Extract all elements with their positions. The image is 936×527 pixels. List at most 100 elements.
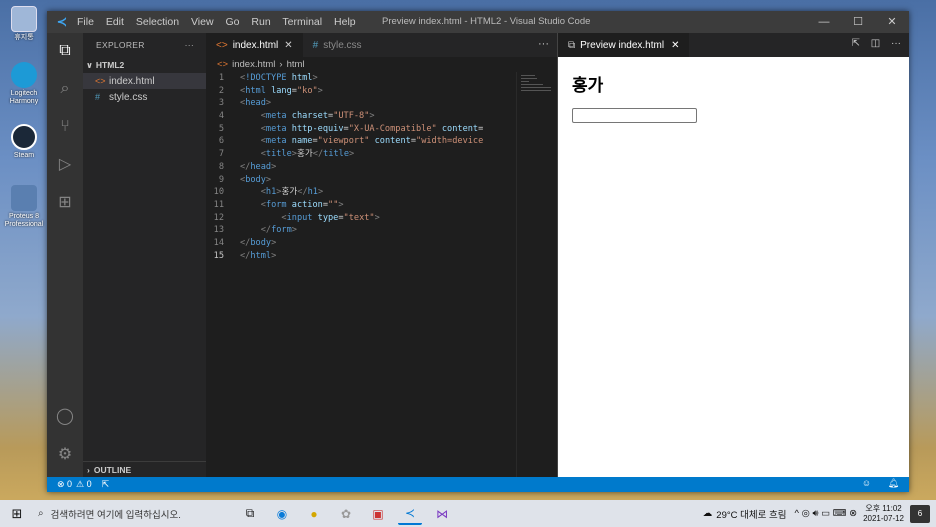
preview-pane: ⧉ Preview index.html ✕ ⇱ ◫ ··· 홍가 (558, 33, 909, 477)
tray-icons[interactable]: ^ ◎ 🔊︎ ▭ ⌨ ⊗ (795, 508, 858, 519)
source-control-icon[interactable]: ⑂ (53, 115, 77, 139)
preview-heading: 홍가 (572, 76, 604, 96)
line-content[interactable]: <html lang="ko"> (240, 85, 557, 98)
file-index-html[interactable]: <> index.html (83, 73, 206, 89)
notification-center-button[interactable]: 6 (910, 504, 930, 523)
code-line[interactable]: 3 <head> (206, 97, 557, 110)
visual-studio-icon[interactable]: ⋈ (430, 503, 454, 525)
minimize-button[interactable]: — (807, 11, 841, 33)
explorer-icon[interactable]: ⧉ (53, 39, 77, 63)
folder-html2[interactable]: ∨ HTML2 (83, 57, 206, 73)
file-style-css[interactable]: # style.css (83, 89, 206, 105)
steam-icon[interactable]: Steam (2, 124, 46, 160)
line-content[interactable]: <head> (240, 97, 557, 110)
line-number: 12 (213, 212, 224, 223)
settings-gear-icon[interactable]: ⚙ (53, 443, 77, 467)
code-lines[interactable]: 1 <!DOCTYPE html> 2 <html lang="ko"> 3 <head>… (206, 72, 557, 262)
outline-section[interactable]: › OUTLINE (83, 461, 206, 477)
start-button[interactable]: ⊞ (0, 506, 34, 522)
menu-bar: File Edit Selection View Go Run Terminal… (77, 16, 365, 28)
minimap[interactable] (516, 72, 557, 477)
tab-preview[interactable]: ⧉ Preview index.html ✕ (558, 33, 690, 57)
menu-terminal[interactable]: Terminal (282, 16, 322, 28)
outline-label: OUTLINE (93, 464, 132, 475)
line-content[interactable]: </head> (240, 161, 557, 174)
proteus-icon[interactable]: Proteus 8 Professional (2, 185, 46, 229)
warnings-indicator[interactable]: ⚠ 0 (76, 479, 92, 490)
clock[interactable]: 오후 11:02 2021-07-12 (863, 504, 904, 524)
line-content[interactable]: </html> (240, 250, 557, 263)
app-icon[interactable]: ✿ (334, 503, 358, 525)
open-source-icon[interactable]: ⇱ (852, 38, 860, 49)
vscode-taskbar-icon[interactable]: ≺ (398, 503, 422, 525)
explorer-title: EXPLORER (96, 40, 145, 50)
code-line[interactable]: 11 <form action=""> (206, 199, 557, 212)
code-line[interactable]: 7 <title>홍가</title> (206, 148, 557, 161)
line-content[interactable]: <meta charset="UTF-8"> (240, 110, 557, 123)
code-line[interactable]: 2 <html lang="ko"> (206, 85, 557, 98)
menu-edit[interactable]: Edit (106, 16, 124, 28)
menu-help[interactable]: Help (334, 16, 356, 28)
recycle-bin-icon[interactable]: 휴지통 (2, 6, 46, 42)
code-line[interactable]: 5 <meta http-equiv="X-UA-Compatible" con… (206, 123, 557, 136)
weather-text[interactable]: 29°C 대체로 흐림 (716, 507, 786, 521)
line-content[interactable]: <meta http-equiv="X-UA-Compatible" conte… (240, 123, 557, 136)
tab-index-html[interactable]: <> index.html ✕ (206, 33, 303, 57)
code-line[interactable]: 12 <input type="text"> (206, 212, 557, 225)
edge-browser-icon[interactable]: ◉ (270, 503, 294, 525)
code-line[interactable]: 6 <meta name="viewport" content="width=d… (206, 135, 557, 148)
code-line[interactable]: 15 </html> (206, 250, 557, 263)
menu-go[interactable]: Go (225, 16, 239, 28)
system-tray: ☁ 29°C 대체로 흐림 ^ ◎ 🔊︎ ▭ ⌨ ⊗ 오후 11:02 2021… (703, 500, 936, 527)
code-line[interactable]: 9 <body> (206, 174, 557, 187)
menu-run[interactable]: Run (251, 16, 270, 28)
notifications-bell-icon[interactable]: 🔔︎ (888, 478, 899, 488)
close-button[interactable]: ✕ (875, 11, 909, 33)
extensions-icon[interactable]: ⊞ (53, 191, 77, 215)
live-share-icon[interactable]: ⇱ (102, 479, 110, 490)
taskbar-search[interactable]: ⌕ 검색하려면 여기에 입력하십시오. (34, 500, 234, 527)
run-debug-icon[interactable]: ▷ (53, 153, 77, 177)
more-actions-icon[interactable]: ··· (891, 38, 901, 49)
breadcrumb-file[interactable]: index.html (232, 59, 275, 70)
code-line[interactable]: 13 </form> (206, 224, 557, 237)
line-content[interactable]: <input type="text"> (240, 212, 557, 225)
line-content[interactable]: </form> (240, 224, 557, 237)
preview-actions: ⇱ ◫ ··· (844, 38, 901, 49)
close-tab-icon[interactable]: ✕ (671, 40, 679, 51)
line-content[interactable]: <form action=""> (240, 199, 557, 212)
html-file-icon: <> (217, 59, 229, 70)
folder-label: HTML2 (95, 60, 125, 70)
errors-indicator[interactable]: ⊗ 0 (57, 479, 72, 490)
line-content[interactable]: <meta name="viewport" content="width=dev… (240, 135, 557, 148)
task-view-icon[interactable]: ⧉ (238, 503, 262, 525)
split-editor-icon[interactable]: ◫ (871, 38, 880, 49)
maximize-button[interactable]: ☐ (841, 11, 875, 33)
line-content[interactable]: <title>홍가</title> (240, 148, 557, 161)
tab-style-css[interactable]: # style.css (303, 33, 372, 57)
preview-text-input[interactable] (572, 108, 697, 123)
line-content[interactable]: <h1>홍가</h1> (240, 186, 557, 199)
code-line[interactable]: 10 <h1>홍가</h1> (206, 186, 557, 199)
breadcrumb-symbol[interactable]: html (287, 59, 305, 70)
line-content[interactable]: <body> (240, 174, 557, 187)
search-icon[interactable]: ⌕ (53, 77, 77, 101)
line-content[interactable]: <!DOCTYPE html> (240, 72, 557, 85)
logitech-harmony-icon[interactable]: Logitech Harmony (2, 62, 46, 106)
kakaotalk-icon[interactable]: ● (302, 503, 326, 525)
menu-view[interactable]: View (191, 16, 214, 28)
code-line[interactable]: 4 <meta charset="UTF-8"> (206, 110, 557, 123)
explorer-more-button[interactable]: ··· (185, 40, 194, 50)
menu-selection[interactable]: Selection (136, 16, 179, 28)
editor-more-button[interactable]: ··· (538, 38, 549, 50)
css-file-icon: # (95, 92, 101, 102)
code-line[interactable]: 14 </body> (206, 237, 557, 250)
line-content[interactable]: </body> (240, 237, 557, 250)
account-icon[interactable]: ◯ (53, 405, 77, 429)
close-tab-icon[interactable]: ✕ (284, 40, 292, 51)
feedback-icon[interactable]: ☺ (862, 478, 871, 488)
code-line[interactable]: 8 </head> (206, 161, 557, 174)
menu-file[interactable]: File (77, 16, 94, 28)
code-line[interactable]: 1 <!DOCTYPE html> (206, 72, 557, 85)
store-icon[interactable]: ▣ (366, 503, 390, 525)
